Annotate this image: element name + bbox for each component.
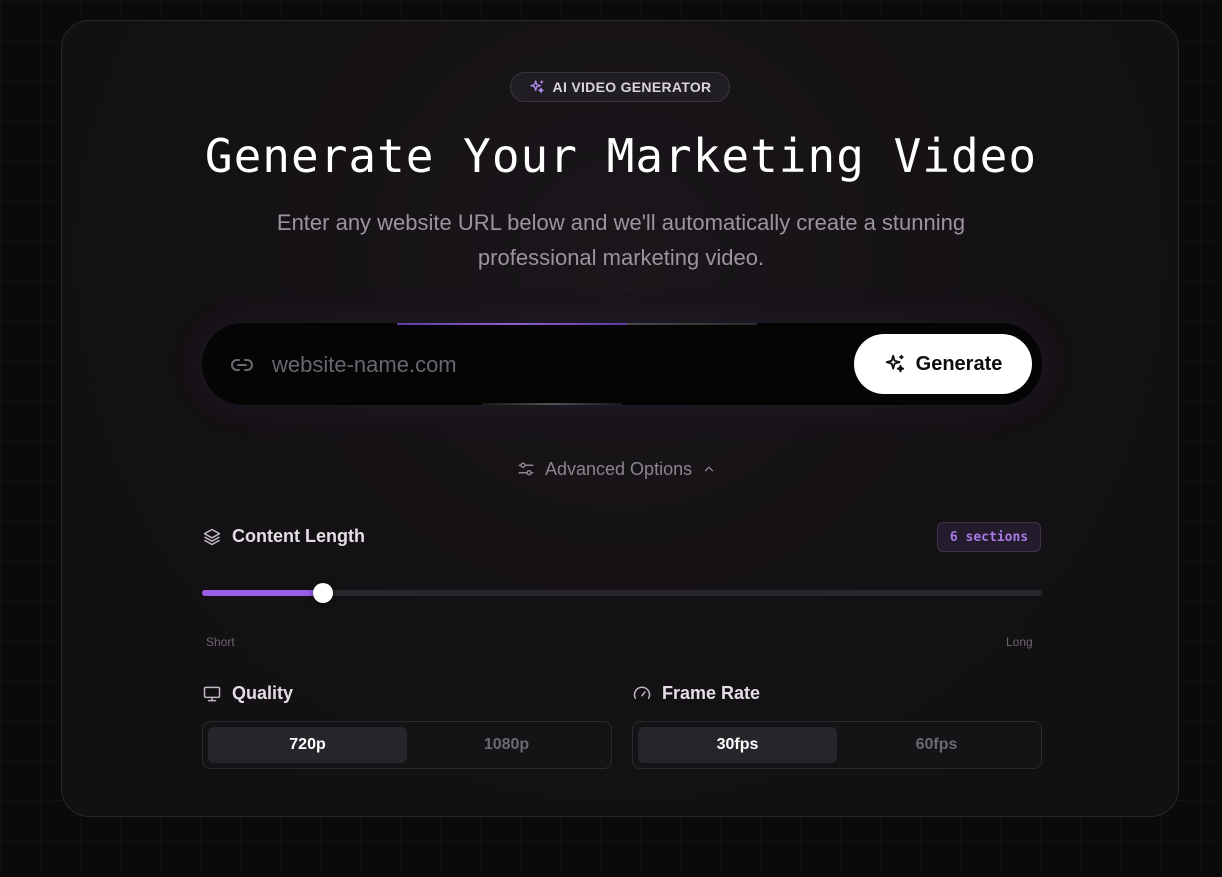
slider-max-label: Long — [1006, 635, 1033, 649]
sliders-icon — [518, 462, 534, 476]
sparkles-icon — [529, 80, 544, 93]
url-bar-glow-accent-bottom — [482, 403, 622, 405]
generate-button[interactable]: Generate — [854, 334, 1032, 394]
slider-thumb[interactable] — [312, 583, 333, 603]
link-icon — [231, 359, 253, 371]
advanced-options-toggle[interactable]: Advanced Options — [517, 457, 725, 481]
slider-min-label: Short — [206, 635, 235, 649]
advanced-options-label: Advanced Options — [545, 458, 693, 479]
content-length-slider[interactable] — [202, 583, 1042, 603]
quality-option-1080p[interactable]: 1080p — [407, 727, 606, 763]
website-url-input[interactable] — [270, 344, 844, 386]
url-bar-glow-accent — [397, 323, 627, 325]
quality-label: Quality — [232, 683, 294, 703]
page-title: Generate Your Marketing Video — [204, 129, 1038, 183]
slider-fill — [202, 590, 323, 596]
url-bar-glow-accent-secondary — [627, 323, 757, 325]
badge-label: AI VIDEO GENERATOR — [552, 79, 712, 95]
chevron-up-icon — [704, 466, 714, 472]
frame-rate-option-30fps[interactable]: 30fps — [638, 727, 837, 763]
layers-icon — [203, 528, 221, 545]
gauge-icon — [633, 685, 651, 699]
frame-rate-heading: Frame Rate — [632, 683, 760, 704]
quality-heading: Quality — [202, 683, 293, 704]
quality-selector: 720p 1080p — [202, 721, 612, 769]
content-length-label: Content Length — [232, 526, 365, 546]
frame-rate-selector: 30fps 60fps — [632, 721, 1042, 769]
generator-card: AI VIDEO GENERATOR Generate Your Marketi… — [61, 20, 1179, 817]
quality-option-720p[interactable]: 720p — [208, 727, 407, 763]
ai-video-generator-badge: AI VIDEO GENERATOR — [510, 72, 730, 102]
sections-count-badge: 6 sections — [937, 522, 1041, 552]
page-subtitle: Enter any website URL below and we'll au… — [276, 210, 966, 270]
frame-rate-label: Frame Rate — [662, 683, 761, 703]
generate-button-label: Generate — [915, 352, 1003, 375]
url-input-bar: Generate — [202, 323, 1042, 405]
sparkles-icon — [885, 354, 904, 373]
content-length-heading: Content Length — [202, 526, 365, 547]
frame-rate-option-60fps[interactable]: 60fps — [837, 727, 1036, 763]
monitor-icon — [203, 686, 221, 701]
